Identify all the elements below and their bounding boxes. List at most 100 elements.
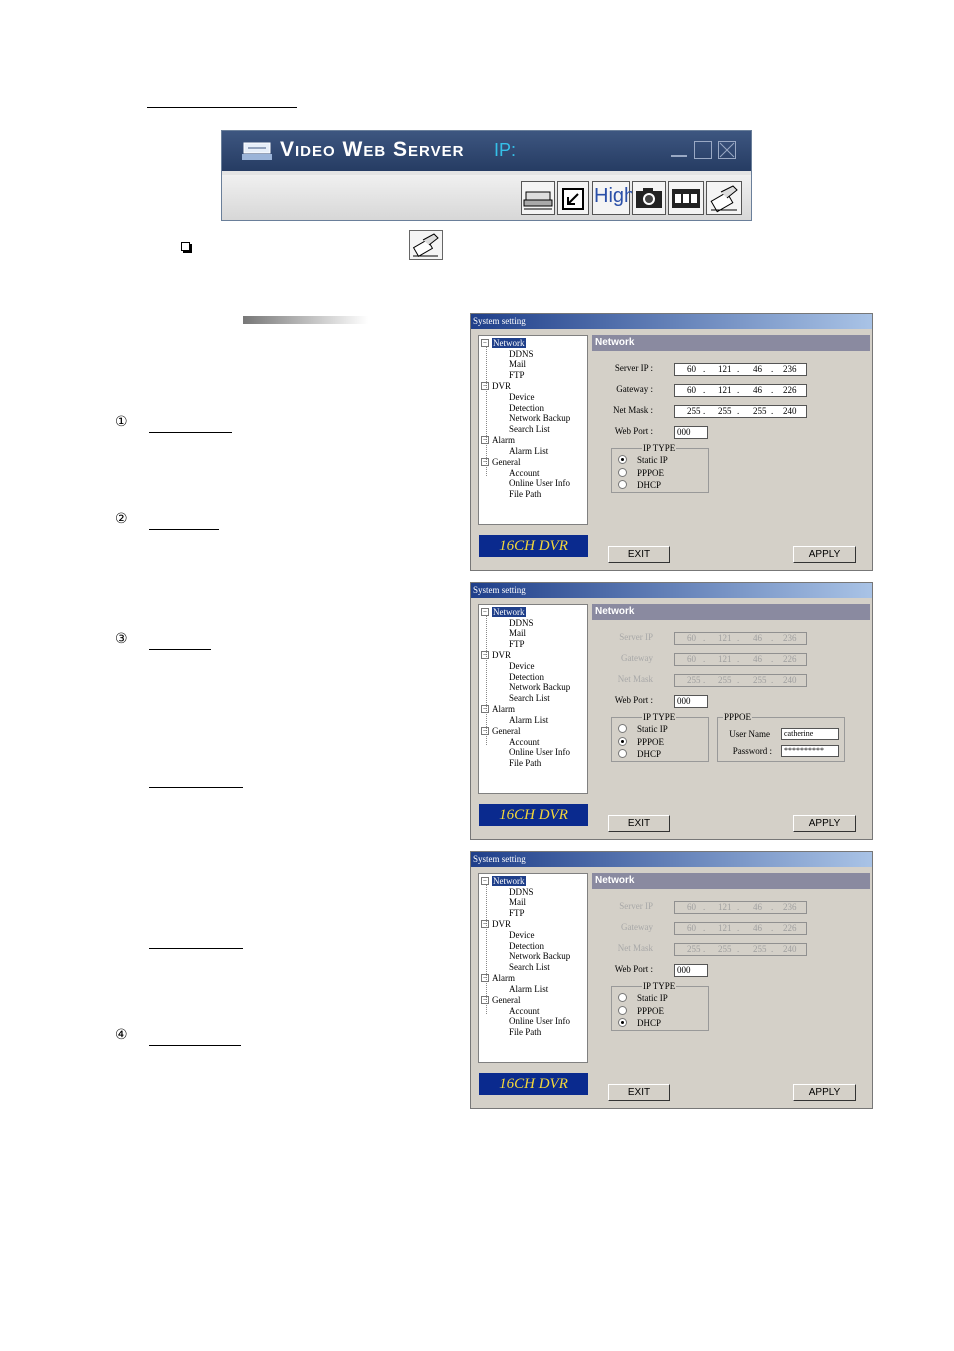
heading-underline <box>147 107 297 108</box>
tree-general[interactable]: − General <box>481 457 520 467</box>
tree-alarm[interactable]: − Alarm <box>481 973 515 983</box>
tree-account[interactable]: Account <box>509 1006 540 1016</box>
tree-alarm[interactable]: − Alarm <box>481 704 515 714</box>
tree-device[interactable]: Device <box>509 392 534 402</box>
dvr-logo: 16CH DVR <box>479 535 588 557</box>
settings-tree: − Network DDNS Mail FTP − DVR Device Detec… <box>478 335 588 525</box>
tree-network-backup[interactable]: Network Backup <box>509 413 570 423</box>
radio-dhcp[interactable]: DHCP <box>618 1018 661 1028</box>
tree-detection[interactable]: Detection <box>509 672 544 682</box>
tree-search-list[interactable]: Search List <box>509 962 550 972</box>
tree-general[interactable]: − General <box>481 726 520 736</box>
apply-button[interactable]: APPLY <box>793 546 856 563</box>
marker-1: ① <box>115 414 128 430</box>
tree-ddns[interactable]: DDNS <box>509 618 534 628</box>
password-field[interactable]: ********** <box>781 745 839 757</box>
tree-online-user-info[interactable]: Online User Info <box>509 747 570 757</box>
tree-alarm-list[interactable]: Alarm List <box>509 446 548 456</box>
radio-static-ip[interactable]: Static IP <box>618 724 668 734</box>
tree-dvr[interactable]: − DVR <box>481 381 511 391</box>
gateway-field[interactable]: 60. 121. 46. 226 <box>674 384 807 397</box>
tree-alarm[interactable]: − Alarm <box>481 435 515 445</box>
tree-detection[interactable]: Detection <box>509 941 544 951</box>
tree-file-path[interactable]: File Path <box>509 489 541 499</box>
apply-button[interactable]: APPLY <box>793 1084 856 1101</box>
radio-pppoe[interactable]: PPPOE <box>618 1006 664 1016</box>
tree-ddns[interactable]: DDNS <box>509 887 534 897</box>
exit-button[interactable]: EXIT <box>608 815 670 832</box>
close-button[interactable] <box>718 141 736 159</box>
snapshot-button[interactable] <box>632 181 666 215</box>
tree-dvr[interactable]: − DVR <box>481 919 511 929</box>
ip-type-group: IP TYPE Static IP PPPOE DHCP <box>611 712 709 762</box>
webport-field[interactable]: 000 <box>674 695 708 708</box>
username-field[interactable]: catherine <box>781 728 839 740</box>
tree-online-user-info[interactable]: Online User Info <box>509 1016 570 1026</box>
quality-high-button[interactable]: High <box>592 181 635 215</box>
minimize-view-button[interactable] <box>557 181 589 215</box>
tree-dvr[interactable]: − DVR <box>481 650 511 660</box>
tree-network-backup[interactable]: Network Backup <box>509 682 570 692</box>
apply-button[interactable]: APPLY <box>793 815 856 832</box>
webport-field[interactable]: 000 <box>674 426 708 439</box>
tree-device[interactable]: Device <box>509 661 534 671</box>
tree-search-list[interactable]: Search List <box>509 693 550 703</box>
webport-field[interactable]: 000 <box>674 964 708 977</box>
radio-static-ip[interactable]: Static IP <box>618 455 668 465</box>
panel-title: Network <box>592 873 870 889</box>
webport-label: Web Port : <box>614 964 653 974</box>
tree-device[interactable]: Device <box>509 930 534 940</box>
tree-ftp[interactable]: FTP <box>509 908 525 918</box>
system-setting-window-pppoe: System setting − Network DDNS Mail FTP − D… <box>470 582 873 840</box>
tree-alarm-list[interactable]: Alarm List <box>509 984 548 994</box>
tree-general[interactable]: − General <box>481 995 520 1005</box>
radio-pppoe[interactable]: PPPOE <box>618 468 664 478</box>
netmask-field[interactable]: 255. 255. 255. 240 <box>674 405 807 418</box>
tree-ftp[interactable]: FTP <box>509 639 525 649</box>
tree-online-user-info[interactable]: Online User Info <box>509 478 570 488</box>
server-ip-field[interactable]: 60. 121. 46. 236 <box>674 632 807 645</box>
netmask-field[interactable]: 255. 255. 255. 240 <box>674 943 807 956</box>
server-ip-label: Server IP <box>619 632 653 642</box>
exit-button[interactable]: EXIT <box>608 546 670 563</box>
tree-network[interactable]: − Network <box>481 338 526 348</box>
radio-pppoe[interactable]: PPPOE <box>618 737 664 747</box>
exit-button[interactable]: EXIT <box>608 1084 670 1101</box>
app-title: Video Web Server <box>280 138 465 161</box>
server-ip-field[interactable]: 60. 121. 46. 236 <box>674 901 807 914</box>
tree-alarm-list[interactable]: Alarm List <box>509 715 548 725</box>
record-button[interactable] <box>668 181 704 215</box>
tree-ftp[interactable]: FTP <box>509 370 525 380</box>
password-label: Password : <box>732 746 772 756</box>
maximize-button[interactable] <box>694 141 712 159</box>
underline-3 <box>149 649 211 650</box>
tree-network[interactable]: − Network <box>481 607 526 617</box>
minimize-button[interactable] <box>670 141 688 159</box>
dvr-device-button[interactable] <box>521 181 555 215</box>
tree-account[interactable]: Account <box>509 737 540 747</box>
tree-ddns[interactable]: DDNS <box>509 349 534 359</box>
netmask-field[interactable]: 255. 255. 255. 240 <box>674 674 807 687</box>
tree-file-path[interactable]: File Path <box>509 758 541 768</box>
tree-mail[interactable]: Mail <box>509 897 526 907</box>
system-setting-button[interactable] <box>706 181 742 215</box>
radio-dhcp[interactable]: DHCP <box>618 749 661 759</box>
dvr-device-icon <box>523 191 553 210</box>
server-ip-label: Server IP <box>619 901 653 911</box>
tree-file-path[interactable]: File Path <box>509 1027 541 1037</box>
tree-network[interactable]: − Network <box>481 876 526 886</box>
radio-static-ip[interactable]: Static IP <box>618 993 668 1003</box>
tree-mail[interactable]: Mail <box>509 359 526 369</box>
tree-detection[interactable]: Detection <box>509 403 544 413</box>
underline-1 <box>149 432 232 433</box>
server-ip-field[interactable]: 60. 121. 46. 236 <box>674 363 807 376</box>
tree-search-list[interactable]: Search List <box>509 424 550 434</box>
settings-tree: − Network DDNS Mail FTP − DVR Device Detec… <box>478 873 588 1063</box>
tree-mail[interactable]: Mail <box>509 628 526 638</box>
server-icon <box>242 142 272 160</box>
radio-dhcp[interactable]: DHCP <box>618 480 661 490</box>
tree-account[interactable]: Account <box>509 468 540 478</box>
gateway-field[interactable]: 60. 121. 46. 226 <box>674 922 807 935</box>
gateway-field[interactable]: 60. 121. 46. 226 <box>674 653 807 666</box>
tree-network-backup[interactable]: Network Backup <box>509 951 570 961</box>
